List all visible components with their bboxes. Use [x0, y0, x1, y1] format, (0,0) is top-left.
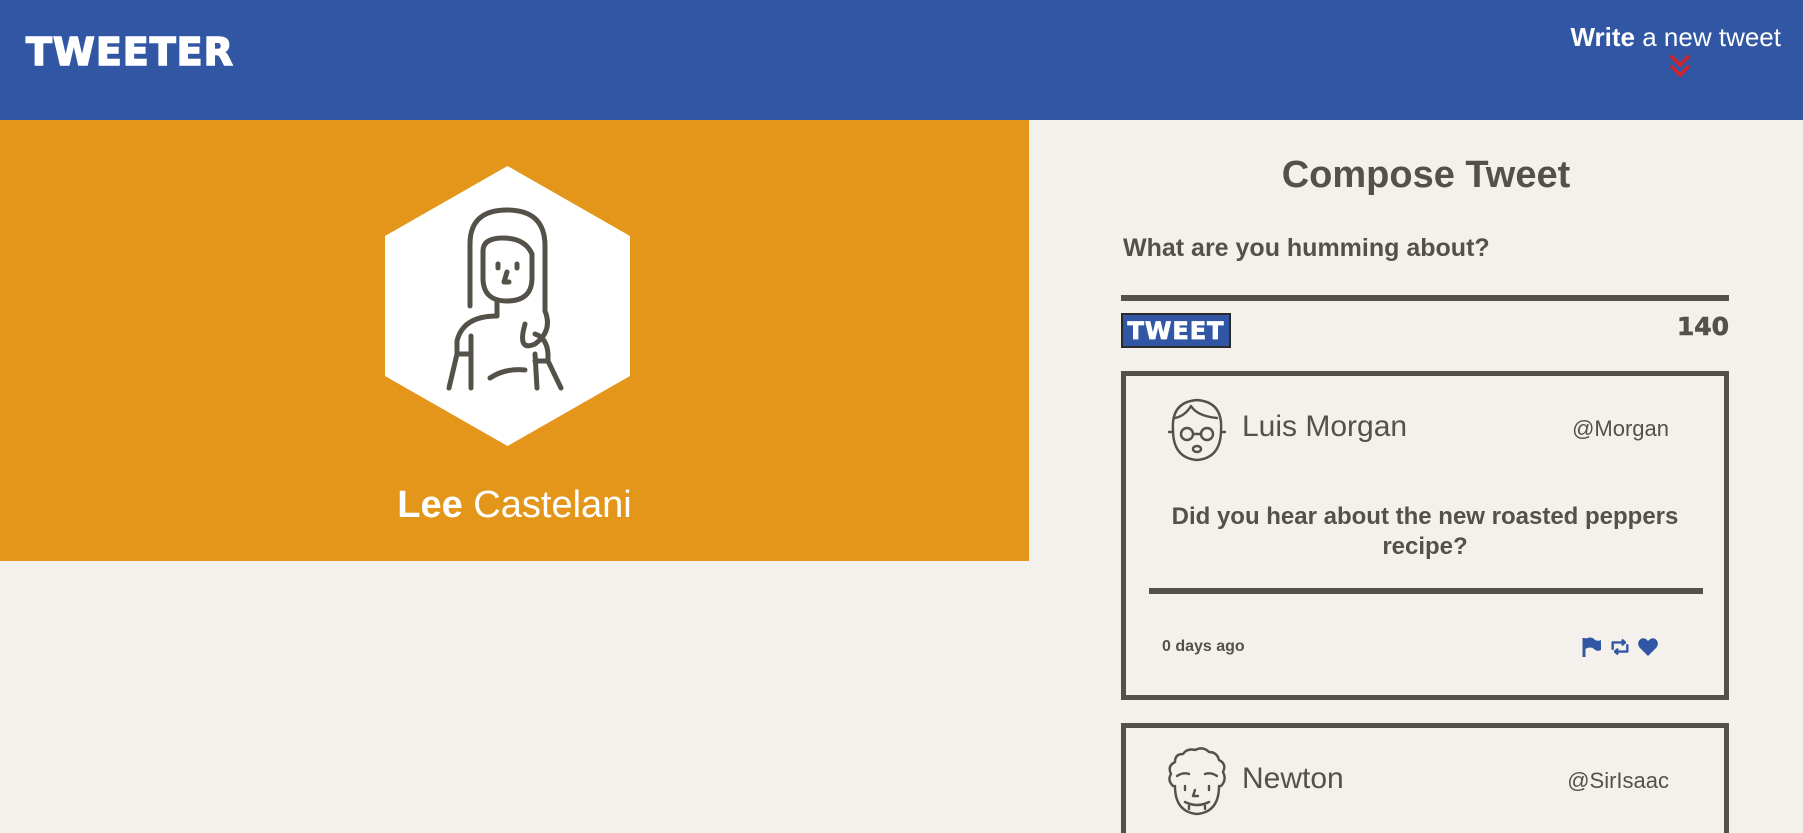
tweet-submit-button[interactable]: TWEET — [1121, 313, 1231, 348]
compose-label: What are you humming about? — [1123, 234, 1490, 262]
chevron-down-double-icon[interactable] — [1669, 54, 1691, 80]
retweet-icon[interactable] — [1609, 636, 1631, 658]
tweet-content: Did you hear about the new roasted peppe… — [1171, 503, 1679, 560]
tweet-card: Newton @SirIsaac — [1121, 723, 1729, 833]
brand-logo: TWEETER — [25, 29, 234, 75]
profile-last-name: Castelani — [462, 484, 632, 526]
flag-icon[interactable] — [1581, 636, 1603, 658]
tweet-card: Luis Morgan @Morgan Did you hear about t… — [1121, 371, 1729, 700]
profile-first-name: Lee — [397, 484, 463, 526]
write-label-strong: Write — [1570, 22, 1636, 52]
tweet-textarea[interactable] — [1121, 295, 1729, 301]
tweet-actions — [1581, 634, 1659, 660]
tweet-author-name: Luis Morgan — [1242, 410, 1408, 443]
tweet-author-name: Newton — [1242, 762, 1344, 795]
write-label-rest: a new tweet — [1635, 22, 1781, 52]
profile-avatar — [385, 166, 630, 446]
tweet-timestamp: 0 days ago — [1162, 638, 1245, 655]
tweet-author-handle: @SirIsaac — [1567, 768, 1669, 793]
tweet-divider — [1149, 588, 1703, 594]
heart-icon[interactable] — [1637, 636, 1659, 658]
character-counter: 140 — [1676, 312, 1730, 342]
user-avatar — [1168, 747, 1226, 816]
top-nav: TWEETER Write a new tweet — [0, 0, 1803, 120]
tweet-author-handle: @Morgan — [1572, 416, 1669, 441]
profile-banner: Lee Castelani — [0, 120, 1029, 561]
user-avatar — [1167, 398, 1227, 462]
profile-name: Lee Castelani — [0, 484, 1029, 527]
compose-title: Compose Tweet — [1281, 154, 1571, 196]
write-new-tweet-toggle[interactable]: Write a new tweet — [1561, 20, 1781, 78]
